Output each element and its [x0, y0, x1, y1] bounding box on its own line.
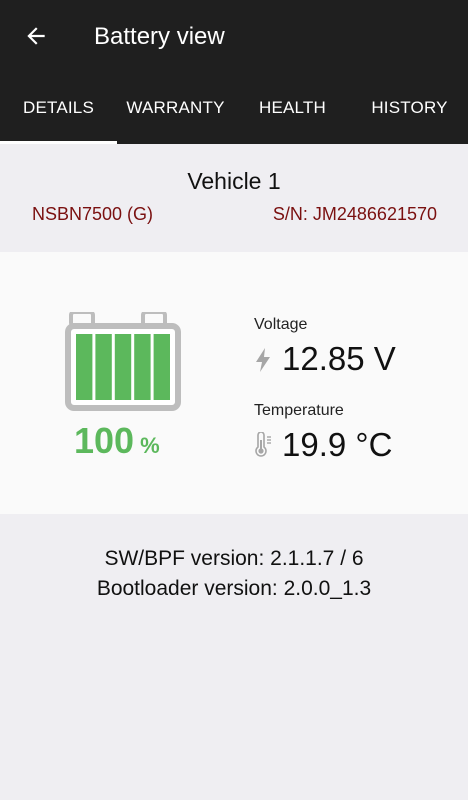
temperature-value: 19.9 °C	[282, 426, 393, 463]
voltage-value: 12.85 V	[282, 340, 396, 377]
battery-model: NSBN7500 (G)	[32, 204, 154, 224]
battery-bar	[95, 334, 112, 400]
battery-status-card: 100% Voltage 12.85 V Temperature 19.9 °C	[0, 252, 468, 514]
voltage-label: Voltage	[254, 316, 308, 333]
bootloader-version: Bootloader version: 2.0.0_1.3	[96, 577, 372, 600]
tab-details[interactable]: DETAILS	[0, 72, 117, 144]
charge-value: 100	[74, 420, 135, 461]
version-info: SW/BPF version: 2.1.1.7 / 6 Bootloader v…	[0, 544, 468, 604]
serial-number: S/N: JM2486621570	[272, 204, 437, 224]
charge-level: 100%	[74, 420, 184, 462]
app-bar: Battery view DETAILS WARRANTY HEALTH HIS…	[0, 0, 468, 144]
page-title: Battery view	[94, 23, 225, 50]
charge-unit: %	[140, 433, 160, 458]
tab-bar: DETAILS WARRANTY HEALTH HISTORY	[0, 72, 468, 144]
sw-bpf-version: SW/BPF version: 2.1.1.7 / 6	[104, 547, 364, 570]
vehicle-name: Vehicle 1	[187, 168, 281, 194]
arrow-left-icon	[27, 27, 45, 45]
thermometer-icon	[255, 432, 271, 457]
battery-bar	[153, 334, 170, 400]
temperature-label: Temperature	[254, 402, 344, 419]
battery-icon	[65, 312, 181, 411]
tab-history[interactable]: HISTORY	[351, 72, 468, 144]
battery-bar	[114, 334, 132, 400]
tab-health[interactable]: HEALTH	[234, 72, 351, 144]
lightning-icon	[256, 348, 270, 372]
battery-bar	[76, 334, 93, 400]
battery-bar	[134, 334, 151, 400]
vehicle-info: Vehicle 1 NSBN7500 (G) S/N: JM2486621570	[0, 144, 468, 252]
back-button[interactable]	[14, 14, 58, 58]
tab-warranty[interactable]: WARRANTY	[117, 72, 234, 144]
